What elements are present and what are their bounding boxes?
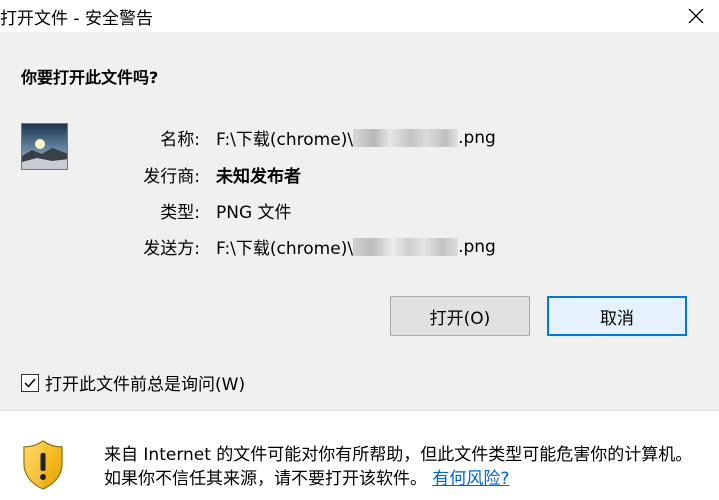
close-button[interactable] — [673, 0, 719, 32]
what-is-risk-link[interactable]: 有何风险? — [432, 469, 509, 489]
name-value-path: F:\下载(chrome)\ — [216, 130, 354, 150]
dialog-question: 你要打开此文件吗? — [21, 68, 159, 87]
window-title: 打开文件 - 安全警告 — [0, 9, 153, 29]
type-value: PNG 文件 — [216, 203, 292, 223]
always-ask-checkbox[interactable] — [21, 373, 39, 392]
warning-text: 来自 Internet 的文件可能对你有所帮助，但此文件类型可能危害你的计算机。… — [104, 443, 704, 491]
name-value: F:\下载(chrome)\ .png — [216, 125, 496, 151]
from-label: 发送方: — [143, 239, 200, 259]
from-value-ext: .png — [458, 236, 496, 257]
publisher-value: 未知发布者 — [216, 167, 301, 187]
open-button[interactable]: 打开(O) — [390, 296, 530, 336]
cancel-button[interactable]: 取消 — [547, 296, 687, 336]
title-bar: 打开文件 - 安全警告 — [0, 0, 719, 32]
from-value: F:\下载(chrome)\ .png — [216, 234, 496, 260]
from-value-path: F:\下载(chrome)\ — [216, 239, 354, 259]
warning-message: 来自 Internet 的文件可能对你有所帮助，但此文件类型可能危害你的计算机。… — [104, 445, 693, 489]
checkmark-icon — [24, 378, 36, 388]
name-label: 名称: — [160, 130, 200, 150]
close-icon — [688, 8, 704, 24]
shield-warning-icon — [23, 440, 63, 490]
dialog-body: 你要打开此文件吗? 名称: F:\下载(chrome)\ .png 发行商: 未… — [0, 32, 719, 410]
name-value-ext: .png — [458, 127, 496, 148]
always-ask-label: 打开此文件前总是询问(W) — [45, 375, 246, 395]
redacted-filename — [353, 237, 459, 256]
type-label: 类型: — [160, 203, 200, 223]
always-ask-option[interactable]: 打开此文件前总是询问(W) — [21, 370, 245, 395]
redacted-filename — [353, 128, 459, 147]
publisher-label: 发行商: — [143, 167, 200, 187]
warning-panel: 来自 Internet 的文件可能对你有所帮助，但此文件类型可能危害你的计算机。… — [0, 410, 719, 500]
